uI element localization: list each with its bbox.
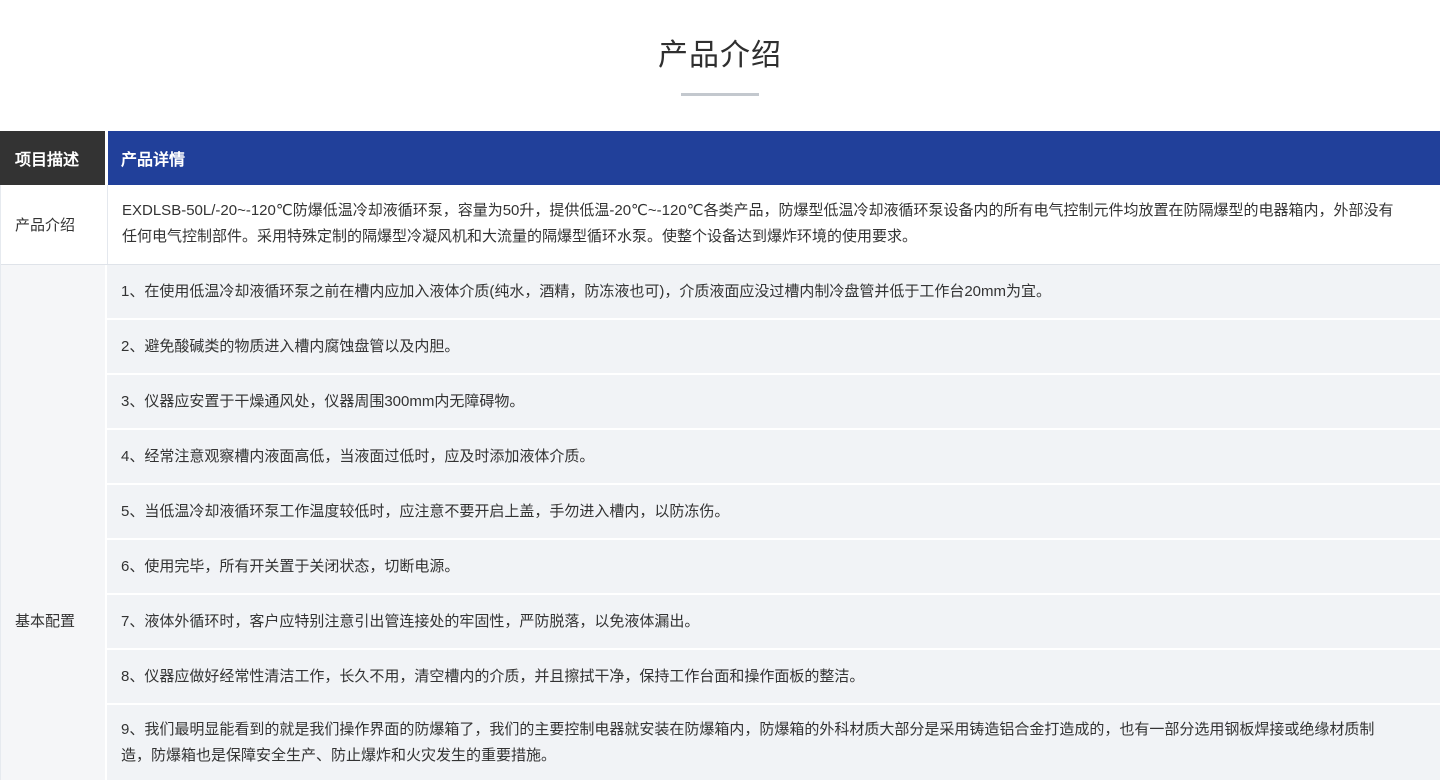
config-item-1: 1、在使用低温冷却液循环泵之前在槽内应加入液体介质(纯水，酒精，防冻液也可)，介…	[107, 265, 1440, 318]
header-cell-detail: 产品详情	[108, 131, 1440, 185]
table-header-row: 项目描述 产品详情	[0, 131, 1440, 185]
product-intro-page: 产品介绍 项目描述 产品详情 产品介绍 EXDLSB-50L/-20~-120℃…	[0, 0, 1440, 780]
config-item-3: 3、仪器应安置于干燥通风处，仪器周围300mm内无障碍物。	[107, 375, 1440, 428]
header-cell-project: 项目描述	[0, 131, 108, 185]
intro-row-label: 产品介绍	[1, 185, 108, 264]
config-item-9: 9、我们最明显能看到的就是我们操作界面的防爆箱了，我们的主要控制电器就安装在防爆…	[107, 705, 1440, 780]
config-item-5: 5、当低温冷却液循环泵工作温度较低时，应注意不要开启上盖，手勿进入槽内，以防冻伤…	[107, 485, 1440, 538]
page-title: 产品介绍	[0, 38, 1440, 74]
table-body: 产品介绍 EXDLSB-50L/-20~-120℃防爆低温冷却液循环泵，容量为5…	[0, 185, 1440, 780]
config-item-6: 6、使用完毕，所有开关置于关闭状态，切断电源。	[107, 540, 1440, 593]
config-item-2: 2、避免酸碱类的物质进入槽内腐蚀盘管以及内胆。	[107, 320, 1440, 373]
config-item-7: 7、液体外循环时，客户应特别注意引出管连接处的牢固性，严防脱落，以免液体漏出。	[107, 595, 1440, 648]
config-item-list: 1、在使用低温冷却液循环泵之前在槽内应加入液体介质(纯水，酒精，防冻液也可)，介…	[107, 265, 1440, 780]
row-basic-config: 基本配置 1、在使用低温冷却液循环泵之前在槽内应加入液体介质(纯水，酒精，防冻液…	[1, 265, 1440, 780]
product-table: 项目描述 产品详情 产品介绍 EXDLSB-50L/-20~-120℃防爆低温冷…	[0, 131, 1440, 780]
row-product-intro: 产品介绍 EXDLSB-50L/-20~-120℃防爆低温冷却液循环泵，容量为5…	[1, 185, 1440, 265]
intro-row-content: EXDLSB-50L/-20~-120℃防爆低温冷却液循环泵，容量为50升，提供…	[108, 185, 1440, 264]
title-divider	[681, 93, 759, 96]
config-item-4: 4、经常注意观察槽内液面高低，当液面过低时，应及时添加液体介质。	[107, 430, 1440, 483]
config-item-8: 8、仪器应做好经常性清洁工作，长久不用，清空槽内的介质，并且擦拭干净，保持工作台…	[107, 650, 1440, 703]
config-row-label: 基本配置	[1, 265, 107, 780]
